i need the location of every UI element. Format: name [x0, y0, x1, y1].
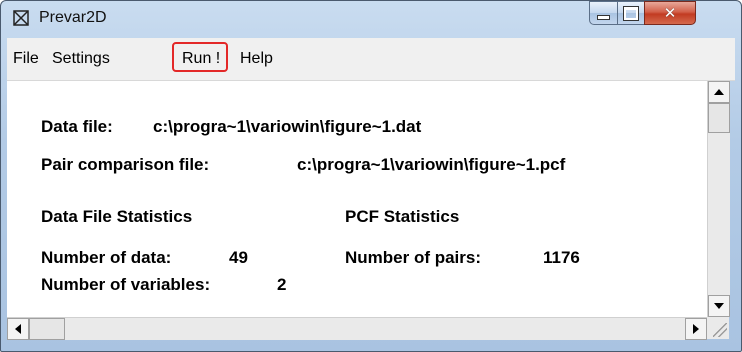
menu-settings[interactable]: Settings	[52, 50, 110, 68]
minimize-icon	[597, 14, 610, 20]
num-pairs-value: 1176	[543, 248, 580, 267]
pair-file-path: c:\progra~1\variowin\figure~1.pcf	[297, 155, 566, 174]
close-button[interactable]: ✕	[644, 1, 696, 25]
scroll-down-button[interactable]	[708, 295, 730, 317]
scroll-up-button[interactable]	[708, 81, 730, 103]
horizontal-scroll-thumb[interactable]	[29, 318, 65, 340]
menu-run[interactable]: Run !	[172, 42, 228, 72]
right-arrow-icon	[693, 324, 699, 334]
num-data-label: Number of data:	[41, 248, 172, 267]
scroll-left-button[interactable]	[7, 318, 29, 340]
down-arrow-icon	[714, 303, 724, 309]
vertical-scrollbar[interactable]	[707, 81, 730, 317]
vertical-scroll-thumb[interactable]	[708, 103, 730, 133]
close-icon: ✕	[663, 4, 677, 22]
data-file-label: Data file:	[41, 117, 113, 136]
num-vars-value: 2	[277, 275, 287, 294]
resize-grip-icon	[713, 323, 727, 337]
window-title: Prevar2D	[39, 9, 107, 26]
maximize-icon	[623, 5, 639, 21]
menu-help[interactable]: Help	[240, 50, 273, 68]
title-bar[interactable]: Prevar2D ✕	[1, 1, 741, 39]
crossed-box-icon	[13, 10, 29, 26]
data-file-path: c:\progra~1\variowin\figure~1.dat	[153, 117, 422, 136]
menu-run-label: Run !	[182, 50, 221, 67]
menu-file[interactable]: File	[13, 50, 39, 68]
data-stats-heading: Data File Statistics	[41, 207, 193, 226]
maximize-button[interactable]	[617, 1, 645, 25]
menu-bar: File Settings Run ! Help	[7, 38, 735, 81]
pcf-stats-heading: PCF Statistics	[345, 207, 460, 226]
num-data-value: 49	[229, 248, 248, 267]
num-pairs-label: Number of pairs:	[345, 248, 482, 267]
num-vars-label: Number of variables:	[41, 275, 211, 294]
pair-file-label: Pair comparison file:	[41, 155, 210, 174]
content-area: Data file: c:\progra~1\variowin\figure~1…	[7, 81, 707, 317]
scroll-right-button[interactable]	[685, 318, 707, 340]
minimize-button[interactable]	[589, 1, 618, 25]
prevar2d-window: Prevar2D ✕ File Settings Run ! Help Data…	[0, 0, 742, 352]
horizontal-scrollbar[interactable]	[7, 317, 707, 340]
left-arrow-icon	[15, 324, 21, 334]
up-arrow-icon	[714, 89, 724, 95]
size-grip[interactable]	[707, 317, 729, 339]
